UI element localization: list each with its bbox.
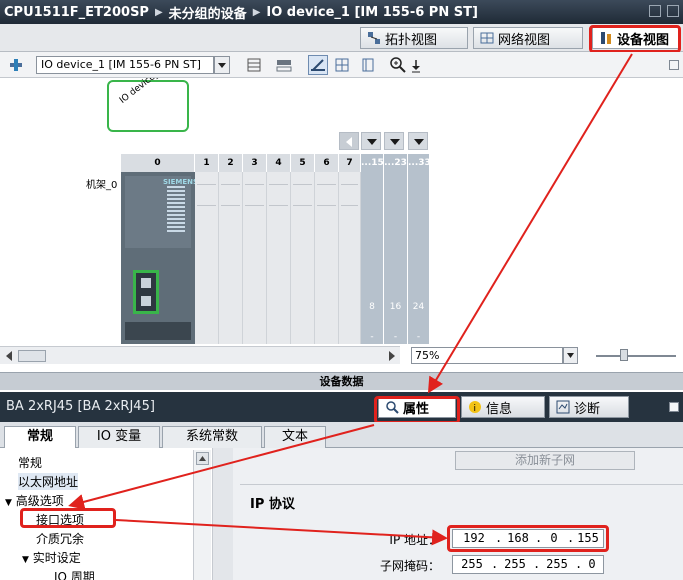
arrow-interface-to-ip-address: [115, 519, 448, 546]
annotation-arrows: [68, 53, 633, 546]
arrow-properties-to-interface-options: [68, 424, 375, 510]
arrow-device-view-to-properties: [427, 53, 633, 394]
